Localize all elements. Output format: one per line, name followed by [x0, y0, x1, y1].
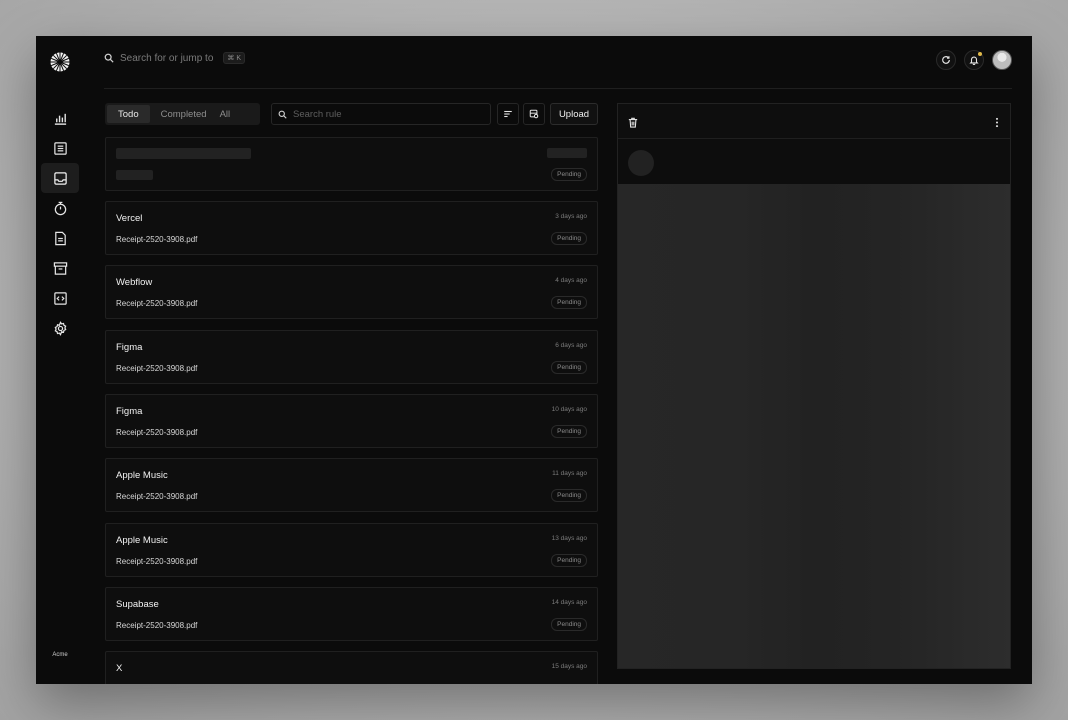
tab-completed[interactable]: Completed [150, 105, 218, 123]
item-file: Receipt-2520-3908.pdf [116, 235, 198, 244]
status-badge: Pending [551, 489, 587, 502]
sidebar-item-timer[interactable] [41, 193, 79, 223]
notification-dot [978, 52, 982, 56]
sidebar-item-archive[interactable] [41, 253, 79, 283]
item-file: Receipt-2520-3908.pdf [116, 364, 198, 373]
item-title: Apple Music [116, 535, 168, 546]
app-window: Acme Search for or jump to ⌘ K Todo Comp… [36, 36, 1032, 684]
top-divider [104, 88, 1012, 89]
gear-icon [54, 320, 66, 336]
status-badge: Pending [551, 425, 587, 438]
skeleton-time [547, 148, 587, 158]
status-badge: Pending [551, 232, 587, 245]
item-title: Supabase [116, 599, 159, 610]
tab-all[interactable]: All [218, 105, 242, 123]
list-icon [53, 141, 67, 155]
item-title: Figma [116, 342, 143, 353]
filter-button[interactable] [523, 103, 545, 125]
refresh-icon [942, 56, 950, 64]
notifications-button[interactable] [964, 50, 984, 70]
sidebar-item-code[interactable] [41, 283, 79, 313]
global-search-text: Search for or jump to [120, 52, 214, 64]
list-item[interactable]: X 15 days ago [105, 651, 598, 684]
sort-button[interactable] [497, 103, 519, 125]
skeleton-file [116, 170, 153, 180]
item-time: 4 days ago [555, 277, 587, 284]
item-file: Receipt-2520-3908.pdf [116, 492, 198, 501]
preview-header [618, 104, 1010, 139]
status-tabs: Todo Completed All [105, 103, 260, 125]
rule-search-input[interactable] [293, 108, 473, 120]
item-time: 11 days ago [552, 470, 587, 477]
bell-icon [969, 56, 979, 65]
receipt-list: Pending Vercel Receipt-2520-3908.pdf 3 d… [105, 137, 598, 684]
skeleton-title [116, 148, 251, 159]
item-file: Receipt-2520-3908.pdf [116, 557, 198, 566]
code-file-icon [53, 291, 67, 305]
refresh-button[interactable] [936, 50, 956, 70]
sidebar-item-analytics[interactable] [41, 103, 79, 133]
item-title: Apple Music [116, 470, 168, 481]
sidebar: Acme [36, 36, 84, 684]
list-item[interactable]: Figma Receipt-2520-3908.pdf 10 days ago … [105, 394, 598, 448]
status-badge: Pending [551, 618, 587, 631]
item-time: 3 days ago [555, 213, 587, 220]
bar-chart-icon [54, 113, 66, 125]
item-title: Vercel [116, 213, 143, 224]
filter-icon [529, 109, 539, 119]
archive-icon [53, 261, 67, 275]
sort-icon [504, 110, 512, 118]
list-item[interactable]: Supabase Receipt-2520-3908.pdf 14 days a… [105, 587, 598, 641]
inbox-icon [53, 171, 67, 185]
item-time: 14 days ago [551, 599, 587, 606]
item-title: X [116, 663, 123, 674]
rule-search [271, 103, 491, 125]
list-item[interactable]: Figma Receipt-2520-3908.pdf 6 days ago P… [105, 330, 598, 384]
sidebar-item-documents[interactable] [41, 223, 79, 253]
sidebar-item-list[interactable] [41, 133, 79, 163]
item-title: Webflow [116, 277, 153, 288]
status-badge: Pending [551, 168, 587, 181]
list-item[interactable]: Apple Music Receipt-2520-3908.pdf 13 day… [105, 523, 598, 577]
document-preview [618, 184, 1010, 668]
search-icon [278, 110, 287, 119]
item-file: Receipt-2520-3908.pdf [116, 428, 198, 437]
top-actions [936, 50, 1012, 70]
item-time: 13 days ago [551, 535, 587, 542]
status-badge: Pending [551, 554, 587, 567]
item-title: Figma [116, 406, 143, 417]
search-icon [104, 53, 114, 63]
preview-meta [618, 139, 1010, 184]
more-vertical-icon [995, 117, 999, 128]
delete-button[interactable] [628, 115, 638, 133]
user-avatar[interactable] [992, 50, 1012, 70]
list-item[interactable]: Apple Music Receipt-2520-3908.pdf 11 day… [105, 458, 598, 512]
list-item[interactable]: Webflow Receipt-2520-3908.pdf 4 days ago… [105, 265, 598, 319]
topbar: Search for or jump to ⌘ K [104, 48, 1012, 78]
tab-todo[interactable]: Todo [107, 105, 150, 123]
status-badge: Pending [551, 361, 587, 374]
item-time: 10 days ago [551, 406, 587, 413]
status-badge: Pending [551, 296, 587, 309]
workspace-switcher[interactable]: Acme [48, 646, 72, 664]
item-file: Receipt-2520-3908.pdf [116, 299, 198, 308]
stopwatch-icon [54, 201, 66, 215]
app-logo-icon[interactable] [50, 52, 70, 72]
item-file: Receipt-2520-3908.pdf [116, 621, 198, 630]
item-time: 15 days ago [551, 663, 587, 670]
item-time: 6 days ago [555, 342, 587, 349]
list-item-loading[interactable]: Pending [105, 137, 598, 191]
global-search[interactable]: Search for or jump to ⌘ K [104, 52, 245, 64]
document-icon [54, 231, 66, 245]
upload-button[interactable]: Upload [550, 103, 598, 125]
more-options-button[interactable] [994, 115, 1000, 133]
shortcut-badge: ⌘ K [223, 52, 245, 64]
sidebar-item-settings[interactable] [41, 313, 79, 343]
sidebar-item-inbox[interactable] [41, 163, 79, 193]
skeleton-avatar [628, 150, 654, 176]
list-item[interactable]: Vercel Receipt-2520-3908.pdf 3 days ago … [105, 201, 598, 255]
trash-icon [628, 117, 638, 128]
preview-panel [617, 103, 1011, 669]
